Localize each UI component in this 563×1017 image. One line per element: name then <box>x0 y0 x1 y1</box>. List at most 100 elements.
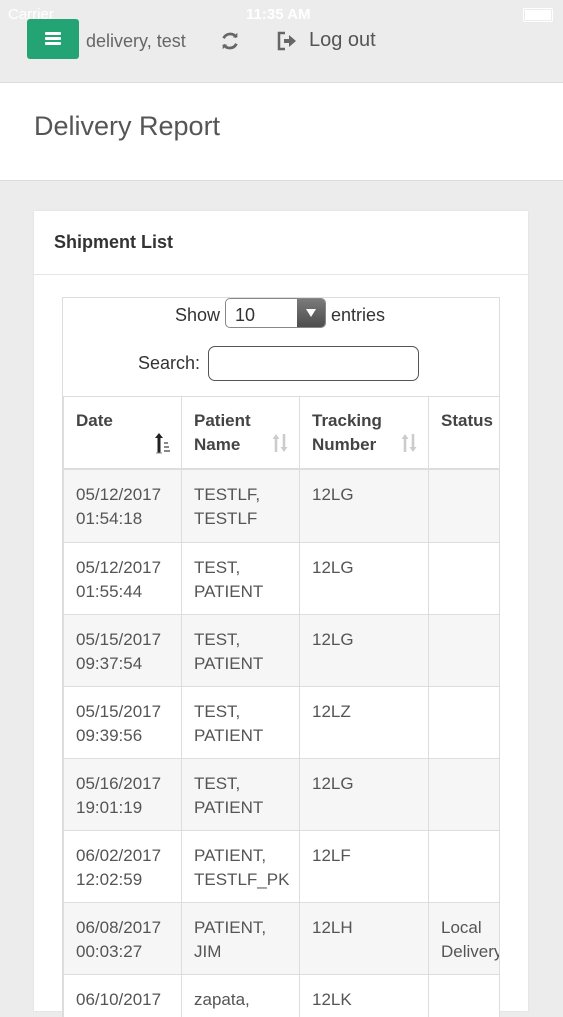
cell-patient-name: PATIENT,JIM <box>182 903 300 975</box>
cell-text: PATIENT <box>194 726 263 745</box>
cell-tracking-number: 12LZ <box>300 687 429 759</box>
cell-text: PATIENT, <box>194 846 266 865</box>
shipment-panel: Shipment List Show 10 entries Search: Da… <box>34 211 528 1011</box>
cell-status <box>429 759 501 831</box>
cell-text: 05/16/2017 <box>76 774 161 793</box>
battery-icon <box>523 8 553 22</box>
cell-text: 12:02:59 <box>76 870 142 889</box>
cell-status <box>429 831 501 903</box>
cell-tracking-number: 12LG <box>300 543 429 615</box>
search-input[interactable] <box>208 346 419 381</box>
status-bar: Carrier 11:35 AM <box>0 3 563 25</box>
entries-select-value: 10 <box>235 305 255 326</box>
panel-title: Shipment List <box>54 232 173 253</box>
cell-text: 05/12/2017 <box>76 558 161 577</box>
cell-text: 05/12/2017 <box>76 485 161 504</box>
column-header-date[interactable]: Date <box>64 397 182 469</box>
table-row[interactable]: 05/15/2017 09:39:56 TEST, PATIENT 12LZ <box>64 687 501 759</box>
cell-date: 05/12/2017 01:55:44 <box>64 543 182 615</box>
cell-text: PATIENT <box>194 798 263 817</box>
cell-text: PATIENT <box>194 582 263 601</box>
cell-text: 19:01:19 <box>76 798 142 817</box>
sort-ascending-icon <box>154 432 171 454</box>
table-row[interactable]: 05/16/2017 19:01:19 TEST, PATIENT 12LG <box>64 759 501 831</box>
cell-text: 00:03:27 <box>76 942 142 961</box>
table-row[interactable]: 06/10/2017zapata,12LK <box>64 975 501 1017</box>
show-label: Show <box>175 305 220 326</box>
cell-text: 12LZ <box>312 702 351 721</box>
cell-text: 06/08/2017 <box>76 918 161 937</box>
search-label: Search: <box>138 353 200 374</box>
cell-tracking-number: 12LG <box>300 759 429 831</box>
cell-text: TESTLF <box>194 509 257 528</box>
column-header-status[interactable]: Status <box>429 397 501 469</box>
cell-status <box>429 687 501 759</box>
cell-text: PATIENT, <box>194 918 266 937</box>
table-body: 05/12/201701:54:18TESTLF,TESTLF12LG05/12… <box>64 469 501 1017</box>
cell-text: 05/15/2017 <box>76 630 161 649</box>
cell-text: TESTLF, <box>194 485 260 504</box>
cell-patient-name: TEST, PATIENT <box>182 615 300 687</box>
table-row[interactable]: 05/12/2017 01:55:44 TEST, PATIENT 12LG <box>64 543 501 615</box>
cell-text: TEST, <box>194 630 240 649</box>
cell-text: 12LG <box>312 558 354 577</box>
datatable-wrapper: Show 10 entries Search: Date <box>62 297 500 1017</box>
cell-text: 12LF <box>312 846 351 865</box>
length-control: Show 10 entries <box>63 298 500 338</box>
table-row[interactable]: 05/15/2017 09:37:54 TEST, PATIENT 12LG <box>64 615 501 687</box>
user-name: delivery, test <box>86 31 186 52</box>
cell-tracking-number: 12LK <box>300 975 429 1017</box>
column-header-patient-name[interactable]: Patient Name <box>182 397 300 469</box>
chevron-down-icon <box>297 299 325 327</box>
cell-tracking-number: 12LF <box>300 831 429 903</box>
cell-status <box>429 543 501 615</box>
cell-date: 05/16/2017 19:01:19 <box>64 759 182 831</box>
cell-date: 05/15/2017 09:37:54 <box>64 615 182 687</box>
logout-link[interactable]: Log out <box>309 29 376 52</box>
cell-text: 05/15/2017 <box>76 702 161 721</box>
cell-text: 01:55:44 <box>76 582 142 601</box>
cell-text: PATIENT <box>194 654 263 673</box>
cell-text: TEST, <box>194 774 240 793</box>
shipment-table: Date Patient Name <box>63 396 500 1017</box>
cell-text: 09:37:54 <box>76 654 142 673</box>
cell-date: 06/10/2017 <box>64 975 182 1017</box>
entries-select[interactable]: 10 <box>225 298 326 328</box>
cell-text: TEST, <box>194 558 240 577</box>
logout-icon[interactable] <box>277 31 297 51</box>
cell-text: 12LG <box>312 774 354 793</box>
page-header: Delivery Report <box>0 83 563 181</box>
page-title: Delivery Report <box>34 111 220 142</box>
cell-patient-name: TEST, PATIENT <box>182 759 300 831</box>
table-row[interactable]: 06/08/2017 00:03:27 PATIENT,JIM12LH Local De… <box>64 903 501 975</box>
cell-text: TEST, <box>194 702 240 721</box>
refresh-icon[interactable] <box>219 30 241 52</box>
table-row[interactable]: 06/02/2017 12:02:59 PATIENT, TESTLF_PK 12LF <box>64 831 501 903</box>
cell-date: 06/02/2017 12:02:59 <box>64 831 182 903</box>
cell-patient-name: TEST, PATIENT <box>182 543 300 615</box>
sort-both-icon <box>401 432 418 454</box>
cell-text: TESTLF_PK <box>194 870 289 889</box>
cell-patient-name: zapata, <box>182 975 300 1017</box>
menu-button[interactable] <box>27 19 79 59</box>
entries-label: entries <box>331 305 385 326</box>
cell-text: 06/02/2017 <box>76 846 161 865</box>
cell-status <box>429 615 501 687</box>
cell-tracking-number: 12LH <box>300 903 429 975</box>
column-header-tracking-number[interactable]: Tracking Number <box>300 397 429 469</box>
table-header-row: Date Patient Name <box>64 397 501 469</box>
cell-text: 12LG <box>312 485 354 504</box>
cell-tracking-number: 12LG <box>300 615 429 687</box>
cell-status: Local Delivery <box>429 903 501 975</box>
cell-status <box>429 469 501 543</box>
cell-status <box>429 975 501 1017</box>
panel-heading: Shipment List <box>34 211 528 275</box>
cell-date: 05/12/201701:54:18 <box>64 469 182 543</box>
cell-text: 09:39:56 <box>76 726 142 745</box>
table-row[interactable]: 05/12/201701:54:18 TESTLF, TESTLF 12LG <box>64 469 501 543</box>
cell-text: Local <box>441 918 482 937</box>
cell-patient-name: TESTLF, TESTLF <box>182 469 300 543</box>
cell-text: Delivery <box>441 942 500 961</box>
cell-date: 06/08/2017 00:03:27 <box>64 903 182 975</box>
cell-tracking-number: 12LG <box>300 469 429 543</box>
